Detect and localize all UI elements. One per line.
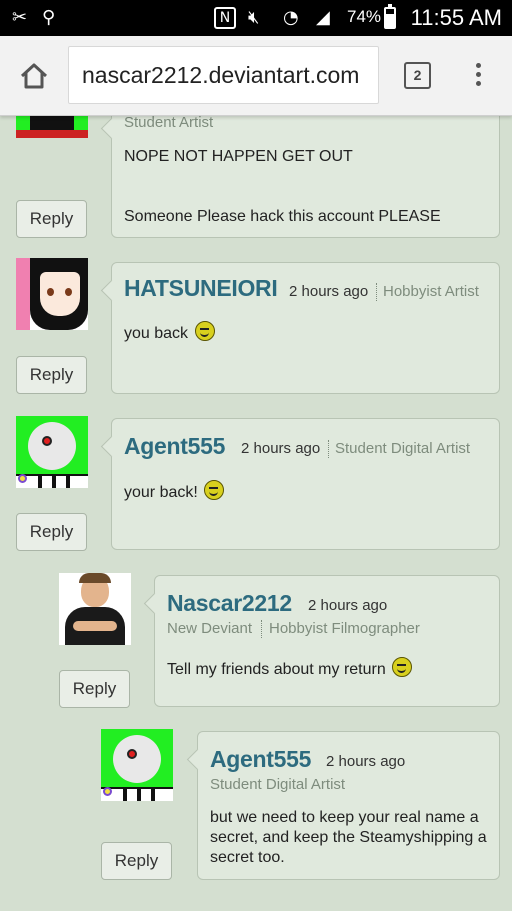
comment-text: but we need to keep your real name a sec… — [210, 809, 487, 866]
avatar-face — [28, 422, 76, 470]
comment-text-content: Tell my friends about my return — [167, 661, 386, 678]
usb-icon: ⚲ — [42, 7, 56, 28]
separator — [376, 283, 377, 301]
separator — [328, 440, 329, 458]
user-role: Student Artist — [124, 114, 214, 131]
status-bar: ✂ ⚲ N 🔇︎ ◔ ◢ 74% 11:55 AM — [0, 0, 512, 36]
browser-toolbar: nascar2212.deviantart.com 2 — [0, 36, 512, 116]
battery-icon — [384, 4, 396, 29]
user-role: Student Digital Artist — [335, 440, 471, 457]
user-role: Hobbyist Artist — [383, 283, 479, 300]
avatar-base — [16, 474, 88, 488]
comment-text: NOPE NOT HAPPEN GET OUT — [124, 148, 353, 165]
home-button[interactable] — [16, 58, 52, 94]
avatar-eye — [42, 436, 52, 446]
avatar-eye — [127, 749, 137, 759]
username-link[interactable]: Agent555 — [124, 433, 225, 460]
menu-dot-icon — [475, 72, 481, 77]
user-role: Student Digital Artist — [210, 776, 346, 793]
comment-text: you back — [124, 321, 215, 344]
comment-text: your back! — [124, 480, 225, 503]
user-role: Hobbyist Filmographer — [269, 620, 420, 637]
wifi-icon: ◔ — [283, 7, 299, 28]
smiley-emoticon-icon — [194, 321, 215, 341]
clock: 11:55 AM — [410, 5, 502, 30]
user-role: New Deviant — [167, 620, 253, 637]
battery-percent: 74% — [347, 7, 382, 26]
username-link[interactable]: HATSUNEIORI — [124, 275, 278, 302]
nfc-icon: N — [214, 7, 236, 29]
home-icon — [20, 63, 48, 89]
group-badge-icon — [18, 474, 27, 483]
comment-card: Agent555 2 hours ago Student Digital Art… — [197, 731, 500, 880]
avatar-base — [101, 787, 173, 801]
signal-icon: ◢ — [316, 7, 330, 28]
menu-dot-icon — [475, 81, 481, 86]
avatar[interactable] — [101, 729, 173, 801]
mute-icon: 🔇︎ — [248, 7, 260, 28]
avatar[interactable] — [16, 258, 88, 330]
overflow-menu-button[interactable] — [471, 60, 485, 92]
reply-button[interactable]: Reply — [16, 513, 87, 551]
smiley-emoticon-icon — [392, 657, 413, 677]
avatar[interactable] — [16, 416, 88, 488]
comment-time[interactable]: 2 hours ago — [241, 440, 320, 457]
menu-dot-icon — [475, 63, 481, 68]
comment-text-content: you back — [124, 325, 189, 342]
avatar-face — [113, 735, 161, 783]
url-text: nascar2212.deviantart.com — [82, 62, 360, 88]
tab-switcher-button[interactable]: 2 — [404, 62, 431, 89]
comment-time[interactable]: 2 hours ago — [308, 597, 387, 614]
reply-button[interactable]: Reply — [16, 356, 87, 394]
comment-text: Tell my friends about my return — [167, 657, 413, 680]
reply-button[interactable]: Reply — [59, 670, 130, 708]
url-bar[interactable]: nascar2212.deviantart.com — [68, 46, 379, 104]
comment-card: Student Artist NOPE NOT HAPPEN GET OUT S… — [111, 100, 500, 238]
comment-time[interactable]: 2 hours ago — [326, 753, 405, 770]
comment-time[interactable]: 2 hours ago — [289, 283, 368, 300]
username-link[interactable]: Nascar2212 — [167, 590, 292, 617]
username-link[interactable]: Agent555 — [210, 746, 311, 773]
separator — [261, 620, 262, 638]
smiley-emoticon-icon — [204, 480, 225, 500]
comment-text: Someone Please hack this account PLEASE — [124, 208, 441, 225]
reply-button[interactable]: Reply — [16, 200, 87, 238]
notification-icon: ✂ — [12, 7, 28, 28]
comment-card: HATSUNEIORI 2 hours ago Hobbyist Artist … — [111, 262, 500, 394]
comment-text-content: your back! — [124, 484, 198, 501]
comment-card: Agent555 2 hours ago Student Digital Art… — [111, 418, 500, 550]
reply-button[interactable]: Reply — [101, 842, 172, 880]
group-badge-icon — [103, 787, 112, 796]
avatar[interactable] — [59, 573, 131, 645]
comment-card: Nascar2212 2 hours ago New Deviant Hobby… — [154, 575, 500, 707]
